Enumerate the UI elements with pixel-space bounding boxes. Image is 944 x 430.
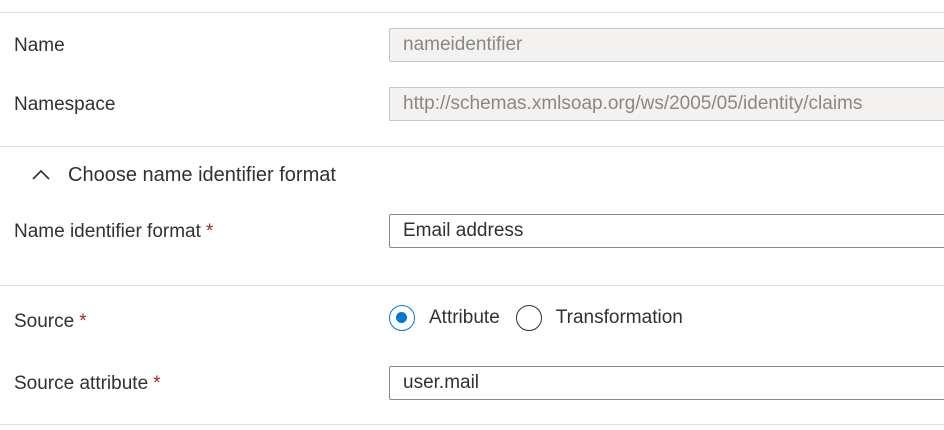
name-identifier-format-dropdown[interactable]: Email address: [389, 214, 944, 248]
name-identifier-format-label: Name identifier format *: [14, 220, 213, 244]
top-divider: [0, 12, 944, 13]
radio-checked-icon[interactable]: [389, 305, 415, 331]
claim-edit-form: Name nameidentifier Namespace http://sch…: [0, 0, 944, 430]
name-label: Name: [14, 35, 65, 56]
source-label-text: Source: [14, 311, 75, 332]
section-divider-1: [0, 146, 944, 147]
required-marker: *: [79, 311, 87, 332]
source-attribute-label-text: Source attribute: [14, 373, 149, 394]
radio-label-attribute: Attribute: [429, 307, 500, 328]
choose-format-toggle[interactable]: Choose name identifier format: [30, 160, 336, 190]
chevron-up-icon: [32, 169, 50, 180]
radio-unchecked-icon[interactable]: [515, 305, 542, 331]
radio-label-transformation: Transformation: [555, 307, 683, 328]
source-label: Source *: [14, 310, 87, 334]
namespace-field: http://schemas.xmlsoap.org/ws/2005/05/id…: [389, 87, 944, 121]
name-field: nameidentifier: [389, 28, 944, 62]
source-radio-transformation[interactable]: Transformation: [515, 305, 683, 331]
source-radio-group: Attribute Transformation: [389, 303, 699, 333]
source-attribute-dropdown[interactable]: user.mail: [389, 366, 944, 400]
source-radio-attribute[interactable]: Attribute: [389, 305, 500, 331]
namespace-label: Namespace: [14, 94, 116, 115]
source-attribute-label: Source attribute *: [14, 372, 161, 396]
name-identifier-format-label-text: Name identifier format: [14, 221, 201, 242]
section-divider-2: [0, 285, 944, 286]
required-marker: *: [153, 373, 161, 394]
section-title: Choose name identifier format: [68, 163, 336, 186]
required-marker: *: [205, 221, 214, 242]
bottom-divider: [0, 424, 944, 425]
